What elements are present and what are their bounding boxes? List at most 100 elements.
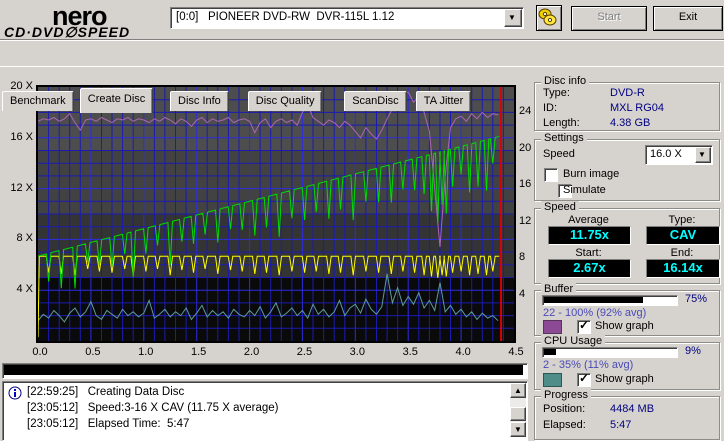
disc-info-value: MXL RG04 xyxy=(610,102,665,114)
settings-group: Settings Speed 16.0 X ▼ Burn image Simula… xyxy=(534,132,720,201)
log-line: [23:05:12] Elapsed Time: 5:47 xyxy=(27,418,190,430)
left-axis-tick: 12 X xyxy=(10,181,33,194)
x-axis-tick: 2.0 xyxy=(243,346,260,358)
right-axis-tick: 4 xyxy=(519,288,526,300)
right-axis-tick: 12 xyxy=(519,215,532,227)
exit-button-label: Exit xyxy=(678,11,698,23)
right-axis-tick: 16 xyxy=(519,178,532,190)
start-button-label: Start xyxy=(597,11,621,23)
tab-disc-quality[interactable]: Disc Quality xyxy=(247,91,323,111)
x-axis-tick: 1.0 xyxy=(138,346,154,358)
cpu-range: 2 - 35% (11% avg) xyxy=(543,359,634,371)
check-icon: ✓ xyxy=(579,318,590,332)
cpu-show-graph-checkbox[interactable]: ✓ xyxy=(577,371,591,387)
scroll-down-button[interactable]: ▼ xyxy=(510,422,526,437)
log-line: [22:59:25] Creating Data Disc xyxy=(27,386,185,398)
speed-title: Speed xyxy=(541,201,579,213)
cpu-percent: 9% xyxy=(685,345,701,357)
drive-selector-value: [0:0] PIONEER DVD-RW DVR-115L 1.12 xyxy=(176,11,395,23)
disc-info-group: Disc info Type: DVD-R ID: MXL RG04 Length: 4.… xyxy=(534,75,720,131)
x-axis-tick: 0.5 xyxy=(85,346,101,358)
start-button[interactable]: Start xyxy=(571,6,647,31)
progress-group: Progress Position: 4484 MB Elapsed: 5:47 xyxy=(534,389,720,440)
cpu-bar-fill xyxy=(544,349,556,355)
cpu-usage-title: CPU Usage xyxy=(541,335,606,347)
x-axis-tick: 3.0 xyxy=(349,346,365,358)
cpu-bar xyxy=(542,347,678,358)
tab-bar: Benchmark Create Disc Disc Info Disc Qualit… xyxy=(2,44,722,113)
disc-info-title: Disc info xyxy=(541,75,590,87)
info-icon xyxy=(8,386,22,400)
x-axis-tick: 4.5 xyxy=(508,346,524,358)
elapsed-value: 5:47 xyxy=(610,419,632,431)
write-progress-bar-fill xyxy=(4,365,523,375)
buffer-range: 22 - 100% (92% avg) xyxy=(543,307,647,319)
x-axis-tick: 4.0 xyxy=(455,346,471,358)
speed-graph-plot xyxy=(36,85,516,343)
scrollbar-thumb[interactable] xyxy=(510,407,526,421)
speed-select-dropdown-button[interactable]: ▼ xyxy=(695,147,711,163)
header-divider xyxy=(0,39,724,41)
buffer-group: Buffer 75% 22 - 100% (92% avg) ✓ Show gr… xyxy=(534,283,720,336)
right-axis-tick: 20 xyxy=(519,142,532,154)
log-scrollbar[interactable]: ▲ ▼ xyxy=(510,383,526,437)
tab-create-disc[interactable]: Create Disc xyxy=(79,88,154,113)
right-axis-tick: 24 xyxy=(519,105,532,117)
end-label: End: xyxy=(670,247,694,259)
average-label: Average xyxy=(568,214,609,226)
left-axis-tick: 4 X xyxy=(16,283,33,296)
speed-group: Speed Average Type: 11.75x CAV Start: En… xyxy=(534,201,720,284)
log-box[interactable]: [22:59:25] Creating Data Disc [23:05:12] … xyxy=(2,381,528,441)
buffer-bar-fill xyxy=(544,297,643,303)
position-label: Position: xyxy=(543,403,586,415)
end-speed-display: 16.14x xyxy=(646,259,720,278)
buffer-percent: 75% xyxy=(685,293,708,305)
chevron-down-icon: ▼ xyxy=(698,150,706,159)
nero-cd-dvd-speed-window: nero CD·DVD∅SPEED [0:0] PIONEER DVD-RW D… xyxy=(0,0,724,441)
x-axis-tick: 3.5 xyxy=(402,346,418,358)
burn-image-checkbox[interactable] xyxy=(544,168,558,182)
speed-graph-canvas xyxy=(37,87,514,341)
header: nero CD·DVD∅SPEED [0:0] PIONEER DVD-RW D… xyxy=(0,0,724,41)
position-value: 4484 MB xyxy=(610,403,655,415)
settings-title: Settings xyxy=(541,132,587,144)
drive-selector-dropdown-button[interactable]: ▼ xyxy=(504,9,522,27)
buffer-show-graph-checkbox[interactable]: ✓ xyxy=(577,318,591,334)
x-axis-tick: 1.5 xyxy=(191,346,207,358)
left-axis-tick: 8 X xyxy=(16,232,33,245)
chevron-down-icon: ▼ xyxy=(508,13,516,22)
progress-title: Progress xyxy=(541,389,592,401)
arrow-down-icon: ▼ xyxy=(514,425,522,434)
exit-button[interactable]: Exit xyxy=(653,6,723,31)
tab-benchmark[interactable]: Benchmark xyxy=(2,91,74,111)
checkbox-label: Burn image xyxy=(563,168,620,180)
disc-info-label: ID: xyxy=(543,102,558,114)
write-progress-bar xyxy=(2,363,528,379)
checkbox-label: Simulate xyxy=(563,184,606,196)
tab-ta-jitter[interactable]: TA Jitter xyxy=(415,91,472,111)
cpu-usage-group: CPU Usage 9% 2 - 35% (11% avg) ✓ Show gr… xyxy=(534,335,720,390)
speed-select[interactable]: 16.0 X ▼ xyxy=(645,145,713,165)
x-axis-tick: 2.5 xyxy=(296,346,313,358)
start-speed-display: 2.67x xyxy=(548,259,631,278)
arrow-up-icon: ▲ xyxy=(514,386,522,395)
disc-info-label: Length: xyxy=(543,117,580,129)
drive-selector[interactable]: [0:0] PIONEER DVD-RW DVR-115L 1.12 ▼ xyxy=(170,7,524,29)
cpu-show-graph-label: Show graph xyxy=(595,373,654,385)
type-label: Type: xyxy=(668,214,696,226)
tab-scandisc[interactable]: ScanDisc xyxy=(344,91,407,111)
log-line: [23:05:12] Speed:3-16 X CAV (11.75 X ave… xyxy=(27,402,279,414)
tab-disc-info[interactable]: Disc Info xyxy=(170,91,229,111)
disc-info-label: Type: xyxy=(543,87,570,99)
x-axis-tick: 0.0 xyxy=(32,346,48,358)
buffer-show-graph-label: Show graph xyxy=(595,320,654,332)
cpu-color-swatch xyxy=(543,373,562,387)
start-label: Start: xyxy=(575,247,602,259)
average-speed-display: 11.75x xyxy=(548,226,631,245)
right-axis-tick: 8 xyxy=(519,251,526,263)
buffer-title: Buffer xyxy=(541,283,577,295)
elapsed-label: Elapsed: xyxy=(543,419,586,431)
scroll-up-button[interactable]: ▲ xyxy=(510,383,526,398)
buffer-color-swatch xyxy=(543,320,562,334)
burn-button[interactable] xyxy=(536,5,562,31)
